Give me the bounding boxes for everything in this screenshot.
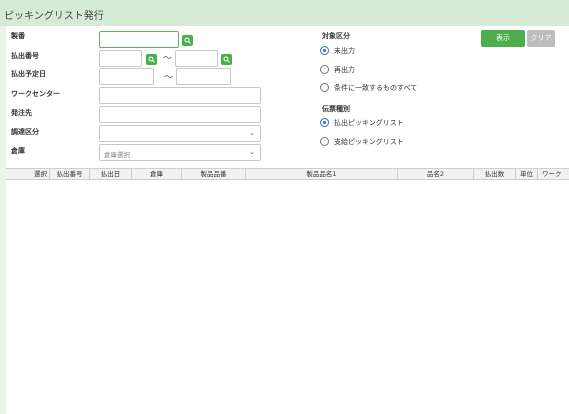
column-header-name2[interactable]: 品名2 (398, 169, 474, 180)
column-header-shipment-date[interactable]: 払出日 (90, 169, 132, 180)
column-header-quantity[interactable]: 払出数 (474, 169, 516, 180)
column-header-product-code[interactable]: 製品品番 (182, 169, 246, 180)
page-title: ピッキングリスト発行 (4, 11, 104, 22)
shipment-no-label: 払出番号 (11, 52, 39, 60)
grid-header: 選択 払出番号 払出日 倉庫 製品品番 製品品名1 品名2 払出数 単位 ワーク (6, 168, 569, 180)
order-dest-label: 発注先 (11, 109, 32, 117)
target-radio-reprint[interactable] (320, 65, 329, 74)
target-option-all: 条件に一致するものすべて (334, 84, 418, 92)
slip-option-supply: 支給ピッキングリスト (334, 138, 404, 146)
product-no-label: 製番 (11, 32, 25, 40)
shipment-no-from-search-button[interactable] (146, 54, 157, 65)
target-option-reprint: 再出力 (334, 66, 355, 74)
column-header-product-name1[interactable]: 製品品名1 (246, 169, 398, 180)
target-radio-all[interactable] (320, 83, 329, 92)
target-option-unprinted: 未出力 (334, 47, 355, 55)
slip-option-shipment: 払出ピッキングリスト (334, 119, 404, 127)
left-border (0, 26, 6, 414)
order-dest-input[interactable] (99, 106, 261, 123)
search-icon (184, 37, 191, 44)
chevron-down-icon: ⌄ (249, 148, 255, 156)
shipment-date-to-input[interactable] (176, 68, 231, 85)
warehouse-label: 倉庫 (11, 147, 25, 155)
clear-button[interactable]: クリア (527, 30, 555, 47)
shipment-no-to-search-button[interactable] (221, 54, 232, 65)
product-no-input[interactable] (99, 31, 179, 48)
shipment-no-from-input[interactable] (99, 50, 142, 67)
column-header-work[interactable]: ワーク (538, 169, 569, 180)
title-bar: ピッキングリスト発行 (0, 0, 569, 26)
slip-radio-supply[interactable] (320, 137, 329, 146)
range-tilde: 〜 (163, 54, 173, 64)
search-icon (148, 56, 155, 63)
slip-type-label: 伝票種別 (322, 105, 350, 113)
slip-radio-shipment[interactable] (320, 118, 329, 127)
warehouse-placeholder: 倉庫選択 (104, 151, 130, 159)
search-icon (223, 56, 230, 63)
shipment-date-label: 払出予定日 (11, 70, 46, 78)
chevron-down-icon: ⌄ (249, 129, 255, 137)
shipment-date-from-input[interactable] (99, 68, 154, 85)
column-header-shipment-no[interactable]: 払出番号 (50, 169, 90, 180)
work-center-input[interactable] (99, 87, 261, 104)
procurement-select[interactable]: ⌄ (99, 125, 261, 142)
column-header-unit[interactable]: 単位 (516, 169, 538, 180)
shipment-no-to-input[interactable] (175, 50, 218, 67)
product-no-search-button[interactable] (182, 35, 193, 46)
column-header-select[interactable]: 選択 (6, 169, 50, 180)
work-center-label: ワークセンター (11, 90, 60, 98)
target-radio-unprinted[interactable] (320, 46, 329, 55)
range-tilde: 〜 (164, 73, 174, 83)
procurement-label: 調達区分 (11, 128, 39, 136)
column-header-warehouse[interactable]: 倉庫 (132, 169, 182, 180)
target-label: 対象区分 (322, 32, 350, 40)
warehouse-select[interactable]: 倉庫選択 ⌄ (99, 144, 261, 161)
show-button[interactable]: 表示 (481, 30, 525, 47)
